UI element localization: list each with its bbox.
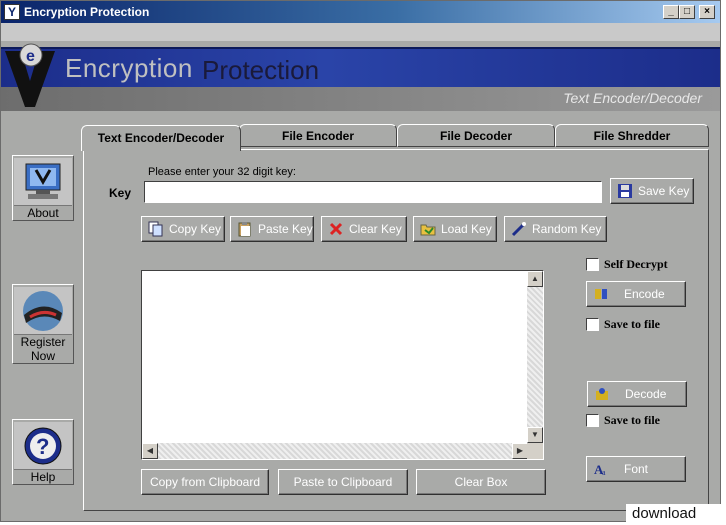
tab-file-encoder[interactable]: File Encoder: [239, 124, 397, 147]
scroll-right-arrow-icon[interactable]: ▶: [512, 443, 528, 459]
encode-label: Encode: [624, 287, 665, 301]
self-decrypt-checkbox[interactable]: [586, 258, 599, 271]
decode-label: Decode: [625, 387, 667, 401]
tab-file-shredder[interactable]: File Shredder: [555, 124, 709, 147]
font-icon: Aa: [593, 461, 609, 477]
encode-icon: [593, 286, 609, 302]
clear-key-label: Clear Key: [349, 222, 402, 236]
logo-icon: e: [5, 43, 55, 107]
clear-box-button[interactable]: Clear Box: [416, 469, 546, 495]
text-box[interactable]: ▲ ▼ ◀ ▶: [141, 270, 544, 460]
app-icon: Y: [4, 4, 20, 20]
scroll-up-arrow-icon[interactable]: ▲: [527, 271, 543, 287]
save-to-file-checkbox-decode[interactable]: [586, 414, 599, 427]
paste-to-clipboard-button[interactable]: Paste to Clipboard: [278, 469, 408, 495]
load-key-button[interactable]: Load Key: [413, 216, 497, 242]
red-x-icon: [328, 221, 344, 237]
key-prompt: Please enter your 32 digit key:: [148, 166, 296, 178]
self-decrypt-label: Self Decrypt: [604, 257, 668, 271]
vertical-scrollbar[interactable]: ▲ ▼: [527, 271, 543, 443]
register-now-button[interactable]: Register Now: [12, 284, 74, 364]
save-to-file-label-encode: Save to file: [604, 317, 660, 331]
decode-button[interactable]: Decode: [587, 381, 687, 407]
monitor-icon: [14, 158, 72, 206]
copy-icon: [148, 221, 164, 237]
paste-key-label: Paste Key: [258, 222, 313, 236]
copy-key-label: Copy Key: [169, 222, 222, 236]
save-key-button[interactable]: Save Key: [610, 178, 694, 204]
minimize-button[interactable]: _: [663, 5, 679, 19]
app-window: Y Encryption Protection _ □ × e Encrypti…: [0, 0, 721, 522]
copy-key-button[interactable]: Copy Key: [141, 216, 225, 242]
about-button[interactable]: About: [12, 155, 74, 221]
help-label: Help: [30, 470, 56, 484]
random-key-button[interactable]: Random Key: [504, 216, 607, 242]
section-subtitle: Text Encoder/Decoder: [563, 90, 702, 106]
help-button[interactable]: ? Help: [12, 419, 74, 485]
window-title: Encryption Protection: [24, 5, 150, 19]
paste-key-button[interactable]: Paste Key: [230, 216, 314, 242]
title-bar[interactable]: Y Encryption Protection _ □ ×: [1, 1, 720, 23]
clipboard-icon: [237, 221, 253, 237]
font-button[interactable]: Aa Font: [586, 456, 686, 482]
floppy-disk-icon: [617, 183, 633, 199]
svg-text:a: a: [602, 468, 606, 477]
header-strip: [1, 23, 720, 41]
clear-key-button[interactable]: Clear Key: [321, 216, 407, 242]
scroll-down-arrow-icon[interactable]: ▼: [527, 427, 543, 443]
save-to-file-checkbox-encode[interactable]: [586, 318, 599, 331]
svg-text:?: ?: [36, 434, 49, 459]
maximize-button[interactable]: □: [679, 5, 695, 19]
register-label-line2: Now: [30, 349, 55, 363]
scrollbar-corner: [527, 443, 543, 459]
random-key-label: Random Key: [532, 222, 602, 236]
register-label-line1: Register: [20, 335, 66, 349]
horizontal-scrollbar[interactable]: ◀ ▶: [142, 443, 528, 459]
close-button[interactable]: ×: [699, 5, 715, 19]
scroll-left-arrow-icon[interactable]: ◀: [142, 443, 158, 459]
wand-icon: [511, 221, 527, 237]
svg-text:e: e: [26, 48, 35, 65]
folder-icon: [420, 221, 436, 237]
about-label: About: [27, 206, 59, 220]
key-input[interactable]: [144, 181, 602, 203]
register-icon: [14, 287, 72, 335]
encode-button[interactable]: Encode: [586, 281, 686, 307]
help-icon: ?: [14, 422, 72, 470]
brand-title-part2: Protection: [202, 55, 320, 85]
download-watermark: download: [626, 504, 726, 525]
decode-icon: [594, 386, 610, 402]
key-label: Key: [109, 186, 132, 200]
load-key-label: Load Key: [441, 222, 492, 236]
save-key-label: Save Key: [638, 184, 690, 198]
save-to-file-label-decode: Save to file: [604, 413, 660, 427]
brand-title-part1: Encryption: [65, 53, 193, 83]
tab-text-encoder-decoder[interactable]: Text Encoder/Decoder: [81, 125, 241, 151]
copy-from-clipboard-button[interactable]: Copy from Clipboard: [141, 469, 269, 495]
tab-file-decoder[interactable]: File Decoder: [397, 124, 555, 147]
font-label: Font: [624, 462, 649, 476]
